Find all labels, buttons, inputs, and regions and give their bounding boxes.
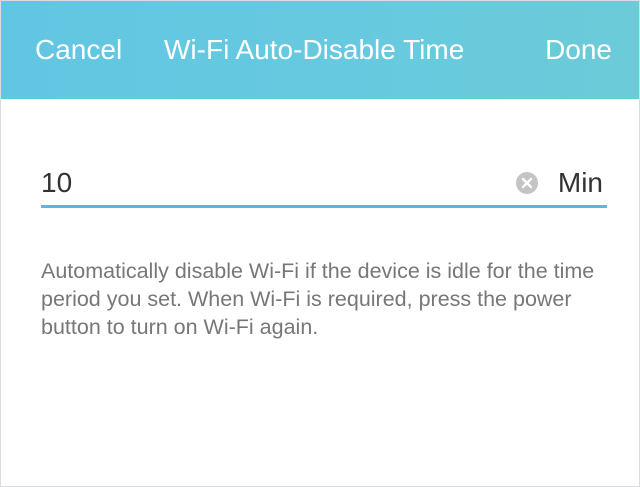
auto-disable-time-field: Min bbox=[41, 161, 607, 208]
settings-screen: Cancel Wi-Fi Auto-Disable Time Done Min … bbox=[0, 0, 640, 487]
navigation-bar: Cancel Wi-Fi Auto-Disable Time Done bbox=[1, 1, 639, 99]
unit-label: Min bbox=[557, 167, 603, 198]
page-title: Wi-Fi Auto-Disable Time bbox=[164, 34, 465, 65]
time-input[interactable] bbox=[41, 161, 501, 205]
done-button[interactable]: Done bbox=[545, 1, 612, 99]
description-text: Automatically disable Wi-Fi if the devic… bbox=[41, 259, 595, 339]
cancel-button[interactable]: Cancel bbox=[35, 1, 122, 99]
clear-icon[interactable] bbox=[516, 172, 538, 194]
